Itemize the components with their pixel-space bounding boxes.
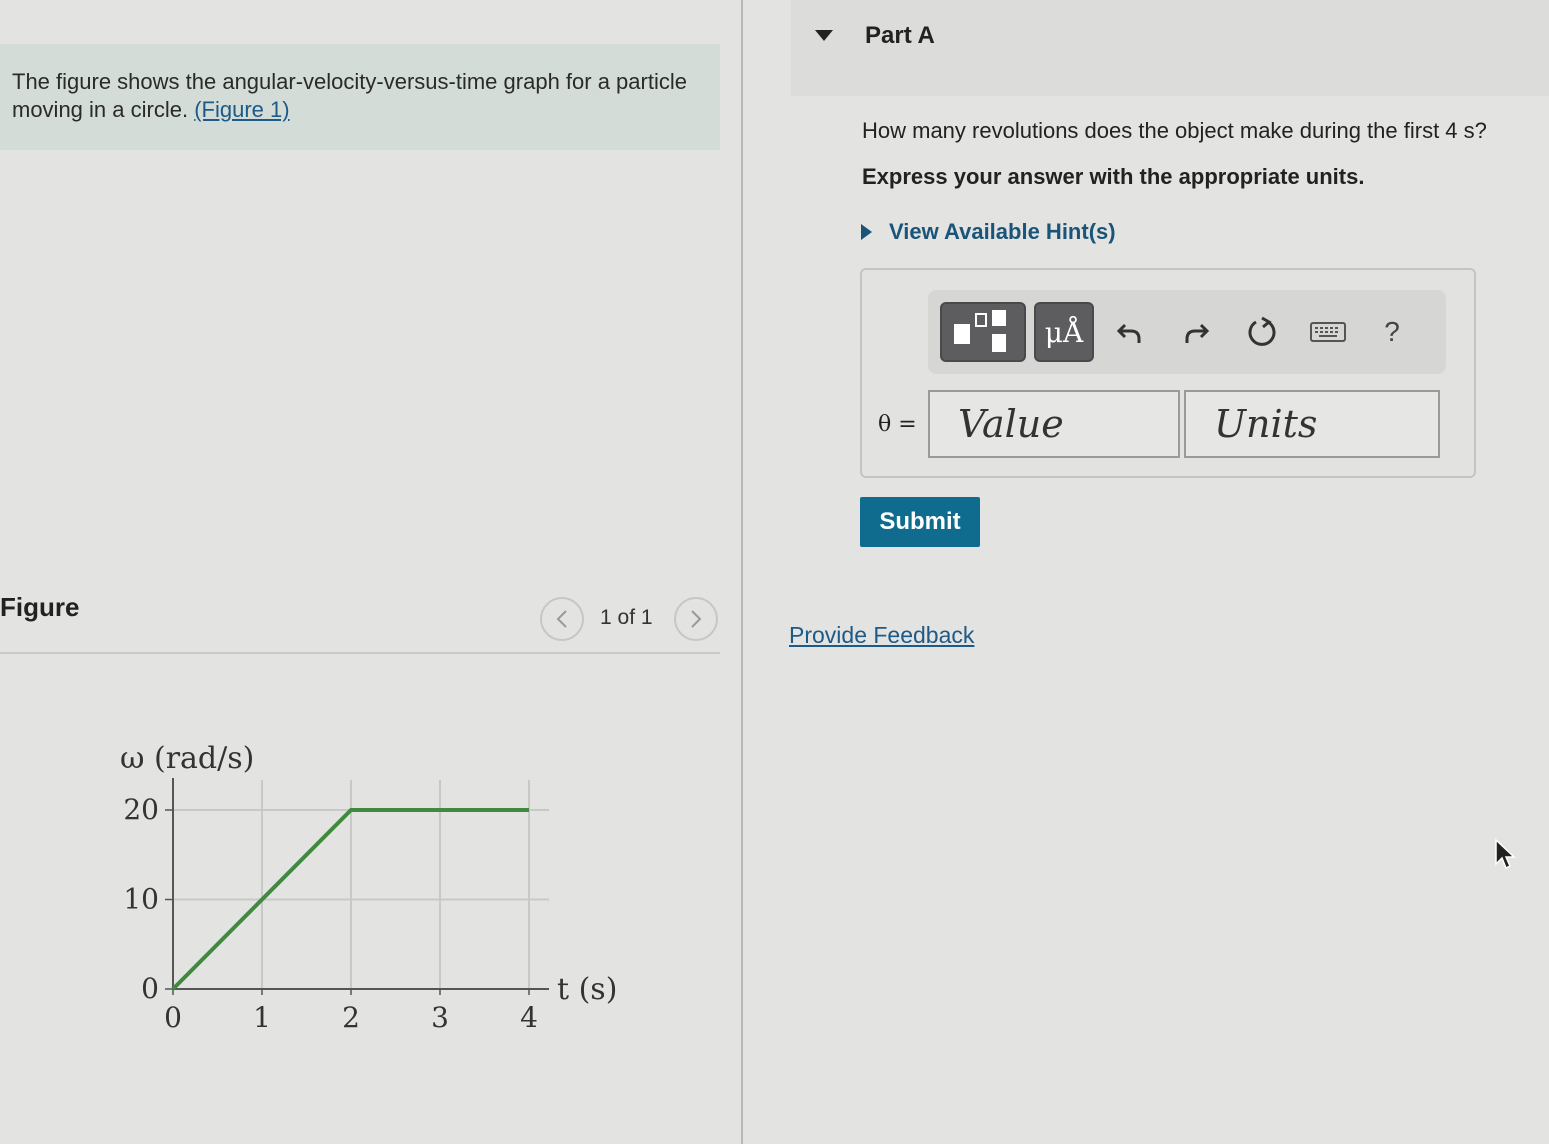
undo-button[interactable] [1108, 310, 1152, 354]
help-button[interactable]: ? [1370, 310, 1414, 354]
units-button[interactable]: μÅ [1034, 302, 1094, 362]
units-icon: μÅ [1044, 315, 1084, 349]
chart-labels: 0 1 2 3 4 0 10 20 ω (rad/s) t (s) [120, 741, 617, 1034]
figure-heading: Figure [0, 592, 80, 622]
chevron-right-icon [691, 610, 702, 628]
redo-button[interactable] [1174, 310, 1218, 354]
chevron-left-icon [556, 610, 567, 628]
intro-box: The figure shows the angular-velocity-ve… [0, 44, 720, 150]
view-hints-toggle[interactable]: View Available Hint(s) [861, 218, 1116, 246]
figure-next-button[interactable] [674, 597, 718, 641]
question-text: How many revolutions does the object mak… [862, 118, 1487, 143]
figure-prev-button[interactable] [540, 597, 584, 641]
keyboard-icon [1310, 322, 1346, 342]
figure-pager-text: 1 of 1 [600, 606, 653, 629]
value-input[interactable] [928, 390, 1180, 458]
keyboard-button[interactable] [1306, 310, 1350, 354]
theta-label: θ = [878, 412, 917, 437]
provide-feedback-link[interactable]: Provide Feedback [789, 622, 974, 649]
x-tick-label: 0 [164, 1001, 182, 1034]
templates-icon [954, 310, 1006, 352]
y-tick-label: 0 [141, 972, 159, 1005]
redo-icon [1185, 323, 1210, 343]
reset-button[interactable] [1240, 310, 1284, 354]
units-input[interactable] [1184, 390, 1440, 458]
x-tick-label: 3 [431, 1001, 449, 1034]
x-tick-label: 4 [520, 1001, 538, 1034]
caret-down-icon[interactable] [815, 30, 833, 41]
part-title: Part A [865, 22, 935, 49]
figure-link[interactable]: (Figure 1) [194, 97, 289, 122]
templates-button[interactable] [940, 302, 1026, 362]
x-tick-label: 1 [253, 1001, 271, 1034]
x-axis-label: t (s) [557, 972, 617, 1007]
y-axis-label: ω (rad/s) [120, 741, 254, 776]
angular-velocity-chart: 0 1 2 3 4 0 10 20 ω (rad/s) t (s) [120, 741, 617, 1034]
undo-icon [1116, 323, 1141, 343]
help-icon: ? [1384, 316, 1400, 347]
intro-text: The figure shows the angular-velocity-ve… [12, 69, 687, 122]
y-tick-label: 20 [123, 793, 159, 826]
instruction-text: Express your answer with the appropriate… [862, 164, 1365, 189]
submit-button[interactable]: Submit [860, 497, 980, 547]
answer-box: μÅ ? θ = Value Units [860, 268, 1476, 478]
caret-right-icon [861, 224, 872, 240]
part-header[interactable]: Part A [791, 0, 1549, 96]
reset-icon [1248, 316, 1276, 346]
x-tick-label: 2 [342, 1001, 360, 1034]
hint-label: View Available Hint(s) [889, 219, 1116, 244]
figure-divider [0, 652, 720, 654]
answer-toolbar: μÅ ? [928, 290, 1446, 374]
y-tick-label: 10 [123, 883, 159, 916]
right-pane: Part A How many revolutions does the obj… [743, 0, 1549, 1144]
mouse-cursor-icon [1495, 838, 1516, 870]
figure-pager: 1 of 1 [538, 597, 720, 641]
left-pane: The figure shows the angular-velocity-ve… [0, 0, 742, 1144]
